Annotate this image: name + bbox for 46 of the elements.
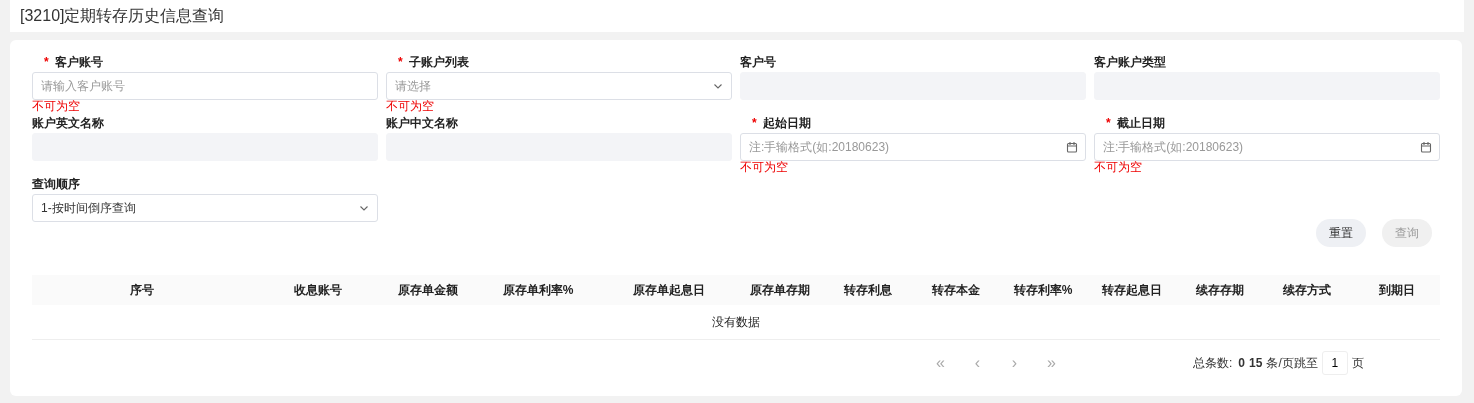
date-field[interactable]: 注:手输格式(如:20180623) [740, 133, 1086, 161]
field-label: 截止日期 [1116, 115, 1165, 132]
column-header: 转存利息 [826, 275, 910, 305]
column-header: 原存单存期 [734, 275, 826, 305]
calendar-icon [1066, 141, 1078, 153]
page-title: [3210]定期转存历史信息查询 [20, 7, 225, 24]
error-message: 不可为空 [740, 161, 789, 174]
column-header: 原存单利率% [472, 275, 604, 305]
column-header: 原存单起息日 [604, 275, 734, 305]
column-header: 转存本金 [910, 275, 1002, 305]
page-input[interactable]: 1 [1321, 350, 1348, 375]
column-header: 续存存期 [1180, 275, 1260, 305]
column-header: 到期日 [1354, 275, 1440, 305]
column-header: 续存方式 [1260, 275, 1354, 305]
required-mark: * [752, 115, 757, 132]
total-count: 0 [1238, 354, 1246, 372]
field-label: 子账户列表 [408, 54, 469, 71]
select-field[interactable]: 请选择 [386, 72, 732, 100]
field-label: 客户号 [740, 54, 776, 71]
jump-label: 条/页跳至 [1266, 354, 1318, 372]
reset-button[interactable]: 重置 [1316, 219, 1366, 247]
column-header: 序号 [32, 275, 252, 305]
field-label: 查询顺序 [32, 176, 80, 193]
date-field[interactable]: 注:手输格式(如:20180623) [1094, 133, 1440, 161]
field-label: 账户中文名称 [386, 115, 458, 132]
total-label: 总条数: [1193, 354, 1233, 372]
calendar-icon [1420, 141, 1432, 153]
field-label: 客户账号 [54, 54, 103, 71]
empty-message: 没有数据 [712, 314, 760, 329]
field-label: 账户英文名称 [32, 115, 104, 132]
column-header: 收息账号 [252, 275, 384, 305]
input-field[interactable]: 请输入客户账号 [32, 72, 378, 100]
field-label: 起始日期 [762, 115, 811, 132]
column-header: 转存利率% [1002, 275, 1084, 305]
column-header: 原存单金额 [384, 275, 472, 305]
error-message: 不可为空 [32, 100, 81, 113]
page-label: 页 [1351, 354, 1364, 372]
field-label: 客户账户类型 [1094, 54, 1166, 71]
error-message: 不可为空 [1094, 161, 1143, 174]
error-message: 不可为空 [386, 100, 435, 113]
select-field[interactable]: 1-按时间倒序查询 [32, 194, 378, 222]
required-mark: * [44, 54, 49, 71]
required-mark: * [1106, 115, 1111, 132]
page-size: 15 [1249, 354, 1263, 372]
required-mark: * [398, 54, 403, 71]
column-header: 转存起息日 [1084, 275, 1180, 305]
